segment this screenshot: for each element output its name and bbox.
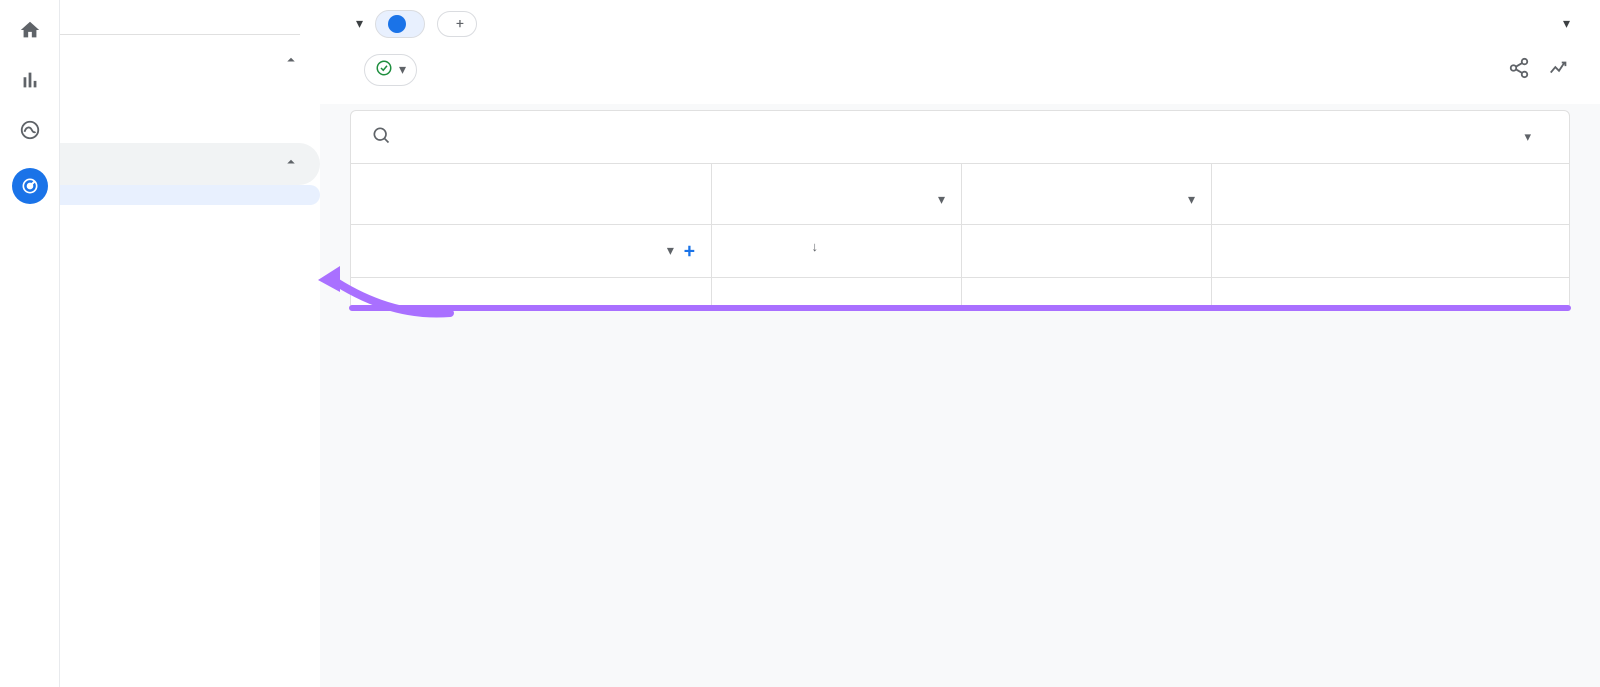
sidebar-item-model-comparison[interactable] xyxy=(60,185,320,205)
sidebar-item-conversion-paths[interactable] xyxy=(60,205,320,225)
dropdown-icon: ▾ xyxy=(399,62,406,78)
search-input[interactable] xyxy=(401,129,701,146)
reports-icon[interactable] xyxy=(18,68,42,92)
attribution-headers: ▾ ▾ xyxy=(351,164,1569,225)
sidebar-item-all-channels[interactable] xyxy=(60,83,320,103)
dropdown-icon: ▾ xyxy=(1563,16,1570,32)
dropdown-icon: ▾ xyxy=(938,192,945,208)
home-icon[interactable] xyxy=(18,18,42,42)
status-chip[interactable]: ▾ xyxy=(364,54,417,86)
col-a-conversions[interactable]: ↓ xyxy=(711,225,836,277)
advertising-icon[interactable] xyxy=(12,168,48,204)
sidebar-heading xyxy=(60,18,300,35)
share-icon[interactable] xyxy=(1508,57,1530,83)
model-a-select[interactable]: ▾ xyxy=(728,192,945,208)
add-filter-button[interactable]: + xyxy=(437,11,477,37)
add-dimension-button[interactable]: + xyxy=(684,239,695,263)
search-box[interactable] xyxy=(371,125,1498,149)
table-top: ▾ xyxy=(351,111,1569,164)
rows-per-page-select[interactable]: ▾ xyxy=(1516,130,1531,145)
col-c-revenue[interactable] xyxy=(1336,225,1461,277)
dropdown-icon: ▾ xyxy=(1524,130,1531,145)
sidebar-section-attribution[interactable] xyxy=(60,143,320,185)
col-b-revenue[interactable] xyxy=(1086,225,1211,277)
model-b-select[interactable]: ▾ xyxy=(978,192,1195,208)
pagination: ▾ xyxy=(1498,130,1549,145)
explore-icon[interactable] xyxy=(18,118,42,142)
chip-badge xyxy=(388,15,406,33)
insights-icon[interactable] xyxy=(1548,57,1570,83)
annotation-arrow xyxy=(310,258,460,332)
col-c-conversions[interactable] xyxy=(1211,225,1336,277)
col-a-revenue[interactable] xyxy=(836,225,961,277)
highlight-annotation xyxy=(349,305,1571,311)
search-icon xyxy=(371,125,391,149)
content: ▾ ▾ xyxy=(320,104,1600,687)
model-b-group: ▾ xyxy=(961,164,1211,224)
dropdown-icon: ▾ xyxy=(1188,192,1195,208)
date-range-picker[interactable]: ▾ xyxy=(1543,16,1570,32)
col-b-conversions[interactable] xyxy=(961,225,1086,277)
model-a-group: ▾ xyxy=(711,164,961,224)
title-row: ▾ xyxy=(320,48,1600,104)
topbar: ▾ + ▾ xyxy=(320,0,1600,48)
primary-dimension-dropdown[interactable]: ▾ xyxy=(659,243,674,259)
dropdown-icon: ▾ xyxy=(667,243,674,259)
column-headers: ▾ + ↓ xyxy=(351,225,1569,278)
dropdown-icon: ▾ xyxy=(356,16,363,32)
sort-desc-icon: ↓ xyxy=(812,239,819,255)
table-card: ▾ ▾ xyxy=(350,110,1570,310)
chevron-up-icon xyxy=(282,51,300,73)
check-icon xyxy=(375,59,393,81)
chevron-up-icon xyxy=(282,153,300,175)
plus-icon: + xyxy=(456,16,464,32)
filter-chip-reporting-time[interactable] xyxy=(375,10,425,38)
summary-row xyxy=(351,278,1569,307)
main: ▾ + ▾ ▾ xyxy=(320,0,1600,687)
change-label xyxy=(1228,174,1445,214)
conversion-events-dropdown[interactable]: ▾ xyxy=(350,16,363,32)
sidebar-item-display-video[interactable] xyxy=(60,103,320,123)
change-group xyxy=(1211,164,1461,224)
icon-rail xyxy=(0,0,60,687)
sidebar-item-google-ads[interactable] xyxy=(60,123,320,143)
sidebar-section-performance[interactable] xyxy=(60,41,320,83)
sidebar xyxy=(60,0,320,687)
